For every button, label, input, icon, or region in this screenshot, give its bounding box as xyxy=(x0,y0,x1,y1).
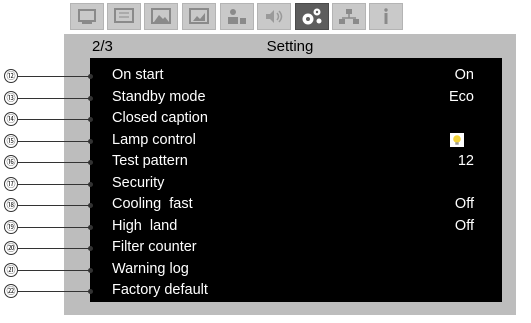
callout-22: ㉒ xyxy=(0,282,96,302)
menu-item-label: Test pattern xyxy=(112,153,188,169)
tab-info[interactable] xyxy=(369,3,403,30)
callout-number: ⑳ xyxy=(4,241,18,255)
setting-menu-panel: 2/3 Setting On start On Standby mode Eco… xyxy=(64,34,516,315)
menu-item-label: On start xyxy=(112,67,164,83)
callout-19: ⑲ xyxy=(0,218,96,238)
tab-image-adjust[interactable] xyxy=(182,3,216,30)
callout-20: ⑳ xyxy=(0,239,96,259)
network-icon xyxy=(339,9,359,24)
tab-network[interactable] xyxy=(332,3,366,30)
callout-number: ㉑ xyxy=(4,262,18,277)
menu-item-factory-default[interactable]: Factory default xyxy=(90,281,502,301)
callout-number: ⑯ xyxy=(4,155,18,169)
callout-12: ⑫ xyxy=(0,67,96,87)
tab-display[interactable] xyxy=(70,3,104,30)
callout-number: ⑭ xyxy=(4,112,18,126)
menu-item-label: Filter counter xyxy=(112,239,197,255)
menu-item-label: Closed caption xyxy=(112,110,208,126)
callout-21: ㉑ xyxy=(0,261,96,281)
screen-adjust-icon xyxy=(114,8,134,23)
callout-16: ⑯ xyxy=(0,153,96,173)
menu-item-high-land[interactable]: High land Off xyxy=(90,217,502,237)
lamp-bulb-icon xyxy=(450,132,464,147)
menu-item-label: High land xyxy=(112,217,178,234)
menu-item-value: On xyxy=(454,67,474,83)
tab-screen-adjust[interactable] xyxy=(107,3,141,30)
menu-item-label: Security xyxy=(112,174,165,191)
tab-install[interactable] xyxy=(220,3,254,30)
callout-number: ⑱ xyxy=(4,198,18,212)
tab-image[interactable] xyxy=(144,3,178,30)
tab-sound[interactable] xyxy=(257,3,291,30)
callout-number: ⑫ xyxy=(4,69,18,83)
menu-item-filter-counter[interactable]: Filter counter xyxy=(90,238,502,258)
menu-item-value: Eco xyxy=(449,88,474,105)
page-title: Setting xyxy=(266,38,314,55)
menu-item-security[interactable]: Security xyxy=(90,174,502,194)
menu-item-value: Off xyxy=(454,217,474,234)
callout-number: ⑰ xyxy=(4,176,18,191)
callout-15: ⑮ xyxy=(0,132,96,152)
menu-item-value: 12 xyxy=(457,153,474,169)
menu-item-test-pattern[interactable]: Test pattern 12 xyxy=(90,152,502,172)
callout-13: ⑬ xyxy=(0,89,96,109)
callout-14: ⑭ xyxy=(0,110,96,130)
info-icon xyxy=(384,8,388,24)
menu-item-label: Lamp control xyxy=(112,131,196,148)
menu-item-on-start[interactable]: On start On xyxy=(90,66,502,86)
menu-item-warning-log[interactable]: Warning log xyxy=(90,260,502,280)
callout-18: ⑱ xyxy=(0,196,96,216)
display-icon xyxy=(78,9,96,24)
menu-item-cooling-fast[interactable]: Cooling fast Off xyxy=(90,195,502,215)
menu-item-label: Factory default xyxy=(112,282,208,298)
menu-item-label: Standby mode xyxy=(112,88,206,105)
menu-item-closed-caption[interactable]: Closed caption xyxy=(90,109,502,129)
menu-item-label: Warning log xyxy=(112,260,189,277)
tab-setting[interactable] xyxy=(295,3,329,30)
callout-17: ⑰ xyxy=(0,175,96,195)
menu-item-label: Cooling fast xyxy=(112,196,193,212)
image-adjust-icon xyxy=(189,8,209,24)
menu-tab-bar xyxy=(64,0,480,34)
settings-gears-icon xyxy=(302,8,322,25)
image-icon xyxy=(151,8,171,24)
menu-list: On start On Standby mode Eco Closed capt… xyxy=(90,58,502,302)
callout-number: ⑮ xyxy=(4,133,18,148)
callout-number: ⑬ xyxy=(4,90,18,105)
callout-number: ⑲ xyxy=(4,219,18,234)
menu-item-value: Off xyxy=(454,196,474,212)
sound-icon xyxy=(266,10,283,23)
callout-number: ㉒ xyxy=(4,284,18,298)
menu-item-standby-mode[interactable]: Standby mode Eco xyxy=(90,88,502,108)
install-icon xyxy=(228,9,246,24)
menu-item-lamp-control[interactable]: Lamp control xyxy=(90,131,502,151)
